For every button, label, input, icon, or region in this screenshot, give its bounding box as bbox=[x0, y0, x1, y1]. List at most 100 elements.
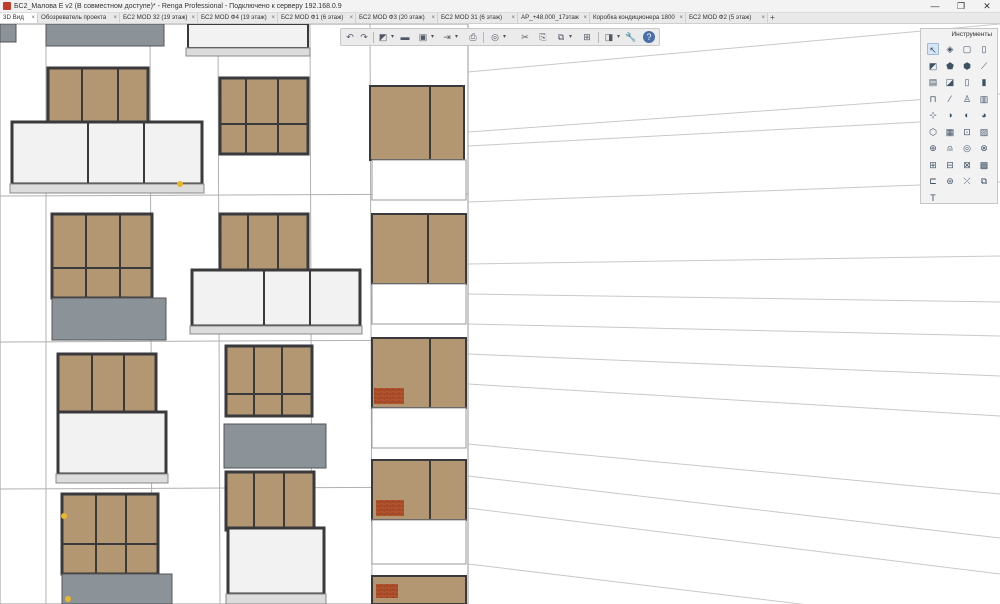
slab-tool-icon[interactable]: ◩ bbox=[927, 60, 939, 72]
tab-bs2-mod-f4[interactable]: БС2 MOD Ф4 (19 этаж) × bbox=[198, 13, 278, 23]
title-bar: БС2_Малова Е v2 (В совместном доступе)* … bbox=[0, 0, 1000, 13]
undo-icon[interactable]: ↶ bbox=[344, 31, 356, 43]
tray-tool-icon[interactable]: ⊠ bbox=[961, 159, 973, 171]
window-tool-icon[interactable]: ▤ bbox=[927, 76, 939, 88]
close-button[interactable]: ✕ bbox=[974, 0, 1000, 13]
opening-tool-icon[interactable]: ◪ bbox=[944, 76, 956, 88]
maximize-button[interactable]: ❐ bbox=[948, 0, 974, 13]
chevron-down-icon[interactable]: ▾ bbox=[390, 32, 395, 42]
chevron-down-icon[interactable]: ▾ bbox=[430, 32, 435, 42]
window-title: БС2_Малова Е v2 (В совместном доступе)* … bbox=[14, 3, 342, 10]
level-tool-icon[interactable]: ⊛ bbox=[944, 175, 956, 187]
tools-panel: Инструменты ↖ ◈ ▢ ▯ ◩ ⬟ ⬢ ⟋ ▤ ◪ ▯ ▮ ⊓ ⁄ ♙ ▥ ⊹ ◑ ◐ ◕ ⬡ ▦ ⊡ ▨ ⊕ ⍝ ◎ ⊗… bbox=[920, 28, 998, 204]
tab-bs2-mod-f3[interactable]: БС2 MOD Ф3 (20 этаж) × bbox=[356, 13, 438, 23]
hatch-tool-icon[interactable]: ▩ bbox=[978, 159, 990, 171]
tab-project-explorer[interactable]: Обозреватель проекта × bbox=[38, 13, 120, 23]
grid-tool-icon[interactable]: ⧉ bbox=[978, 175, 990, 187]
tab-3d-view[interactable]: 3D Вид × bbox=[0, 13, 38, 23]
save-icon[interactable]: ▣ bbox=[417, 31, 429, 43]
tab-close-icon[interactable]: × bbox=[761, 13, 765, 23]
axis-tool-icon[interactable]: ⤫ bbox=[961, 175, 973, 187]
chevron-down-icon[interactable]: ▾ bbox=[616, 32, 621, 42]
rebar-tool-icon[interactable]: ⊡ bbox=[961, 126, 973, 138]
loggia bbox=[369, 85, 467, 201]
tools-panel-title: Инструменты bbox=[951, 31, 992, 38]
quick-toolbar: ↶ ↷ ◩ ▾ ▬ ▣ ▾ ⇥ ▾ ⎙ ◎ ▾ ✂ ⎘ ⧉ ▾ ⊞ ◨ ▾ 🔧 … bbox=[340, 28, 660, 46]
accessory-tool-icon[interactable]: ◕ bbox=[978, 109, 990, 121]
railing-tool-icon[interactable]: ▯ bbox=[961, 76, 973, 88]
plan-icon[interactable]: ▬ bbox=[399, 31, 411, 43]
tab-close-icon[interactable]: × bbox=[271, 13, 275, 23]
ramp-tool-icon[interactable]: ▮ bbox=[978, 76, 990, 88]
mesh-tool-icon[interactable]: ▨ bbox=[978, 126, 990, 138]
tab-ar-48000[interactable]: АР_+48.000_17этаж × bbox=[518, 13, 590, 23]
column-tool-icon[interactable]: ▢ bbox=[961, 43, 973, 55]
outlet-tool-icon[interactable]: ◎ bbox=[961, 142, 973, 154]
tab-close-icon[interactable]: × bbox=[511, 13, 515, 23]
wall-tool-icon[interactable]: ◈ bbox=[944, 43, 956, 55]
chevron-down-icon[interactable]: ▾ bbox=[502, 32, 507, 42]
chevron-down-icon[interactable]: ▾ bbox=[568, 32, 573, 42]
settings-icon[interactable]: 🔧 bbox=[625, 31, 637, 43]
panel-tool-icon[interactable]: ⊞ bbox=[927, 159, 939, 171]
beam-tool-icon[interactable]: ▯ bbox=[978, 43, 990, 55]
tab-close-icon[interactable]: × bbox=[349, 13, 353, 23]
roof-tool-icon[interactable]: ⬟ bbox=[944, 60, 956, 72]
sanitary-tool-icon[interactable]: ⊕ bbox=[927, 142, 939, 154]
furniture-tool-icon[interactable]: ▥ bbox=[978, 93, 990, 105]
paste-icon[interactable]: ⧉ bbox=[555, 31, 567, 43]
duct-tool-icon[interactable]: ◑ bbox=[944, 109, 956, 121]
zone-tool-icon[interactable]: ▦ bbox=[944, 126, 956, 138]
pipe-tool-icon[interactable]: ⊹ bbox=[927, 109, 939, 121]
room-tool-icon[interactable]: ⬡ bbox=[927, 126, 939, 138]
redo-icon[interactable]: ↷ bbox=[358, 31, 370, 43]
window bbox=[56, 352, 158, 416]
lamp-tool-icon[interactable]: ⍝ bbox=[944, 142, 956, 154]
tab-close-icon[interactable]: × bbox=[431, 13, 435, 23]
equipment-tool-icon[interactable]: ⊓ bbox=[927, 93, 939, 105]
minimize-button[interactable]: — bbox=[922, 0, 948, 13]
tab-close-icon[interactable]: × bbox=[113, 13, 117, 23]
export-icon[interactable]: ⇥ bbox=[441, 31, 453, 43]
gray-panel bbox=[51, 297, 167, 341]
display-mode-icon[interactable]: ◨ bbox=[603, 31, 615, 43]
cut-icon[interactable]: ✂ bbox=[519, 31, 531, 43]
app-icon bbox=[3, 2, 11, 10]
dimension-tool-icon[interactable]: ⊏ bbox=[927, 175, 939, 187]
tab-label: Коробка кондиционера 1800 bbox=[593, 14, 675, 21]
gray-panel bbox=[61, 573, 173, 604]
3d-view-icon[interactable]: ◩ bbox=[377, 31, 389, 43]
fitting-tool-icon[interactable]: ◐ bbox=[961, 109, 973, 121]
tab-label: БС2 MOD 31 (6 этаж) bbox=[441, 14, 503, 21]
door-tool-icon[interactable]: ⬢ bbox=[961, 60, 973, 72]
copy-icon[interactable]: ⎘ bbox=[537, 31, 549, 43]
layers-icon[interactable]: ⊞ bbox=[581, 31, 593, 43]
cable-tool-icon[interactable]: ⊟ bbox=[944, 159, 956, 171]
tab-bs2-mod-f2[interactable]: БС2 MOD Ф2 (5 этаж) × bbox=[686, 13, 768, 23]
tab-close-icon[interactable]: × bbox=[583, 13, 587, 23]
tab-close-icon[interactable]: × bbox=[679, 13, 683, 23]
tab-close-icon[interactable]: × bbox=[31, 13, 35, 23]
tab-bs2-mod-31[interactable]: БС2 MOD 31 (6 этаж) × bbox=[438, 13, 518, 23]
chevron-down-icon[interactable]: ▾ bbox=[454, 32, 459, 42]
tab-bar: 3D Вид × Обозреватель проекта × БС2 MOD 32… bbox=[0, 13, 1000, 24]
line-tool-icon[interactable]: ⁄ bbox=[944, 93, 956, 105]
tab-label: БС2 MOD Ф1 (6 этаж) bbox=[281, 14, 344, 21]
tab-ac-box[interactable]: Коробка кондиционера 1800 × bbox=[590, 13, 686, 23]
help-icon[interactable]: ? bbox=[643, 31, 655, 43]
switch-tool-icon[interactable]: ⊗ bbox=[978, 142, 990, 154]
element-tool-icon[interactable]: ♙ bbox=[961, 93, 973, 105]
tab-label: БС2 MOD 32 (19 этаж) bbox=[123, 14, 188, 21]
text-tool-icon[interactable]: T bbox=[927, 192, 939, 204]
3d-viewport[interactable] bbox=[0, 24, 1000, 604]
select-tool-icon[interactable]: ↖ bbox=[927, 43, 939, 55]
loggia bbox=[371, 459, 467, 565]
stair-tool-icon[interactable]: ⟋ bbox=[978, 60, 990, 72]
marker-icon bbox=[65, 596, 71, 602]
print-icon[interactable]: ⎙ bbox=[467, 31, 479, 43]
add-tab-button[interactable]: + bbox=[768, 13, 777, 23]
orbit-icon[interactable]: ◎ bbox=[489, 31, 501, 43]
tab-close-icon[interactable]: × bbox=[191, 13, 195, 23]
tab-bs2-mod-32[interactable]: БС2 MOD 32 (19 этаж) × bbox=[120, 13, 198, 23]
tab-bs2-mod-f1[interactable]: БС2 MOD Ф1 (6 этаж) × bbox=[278, 13, 356, 23]
